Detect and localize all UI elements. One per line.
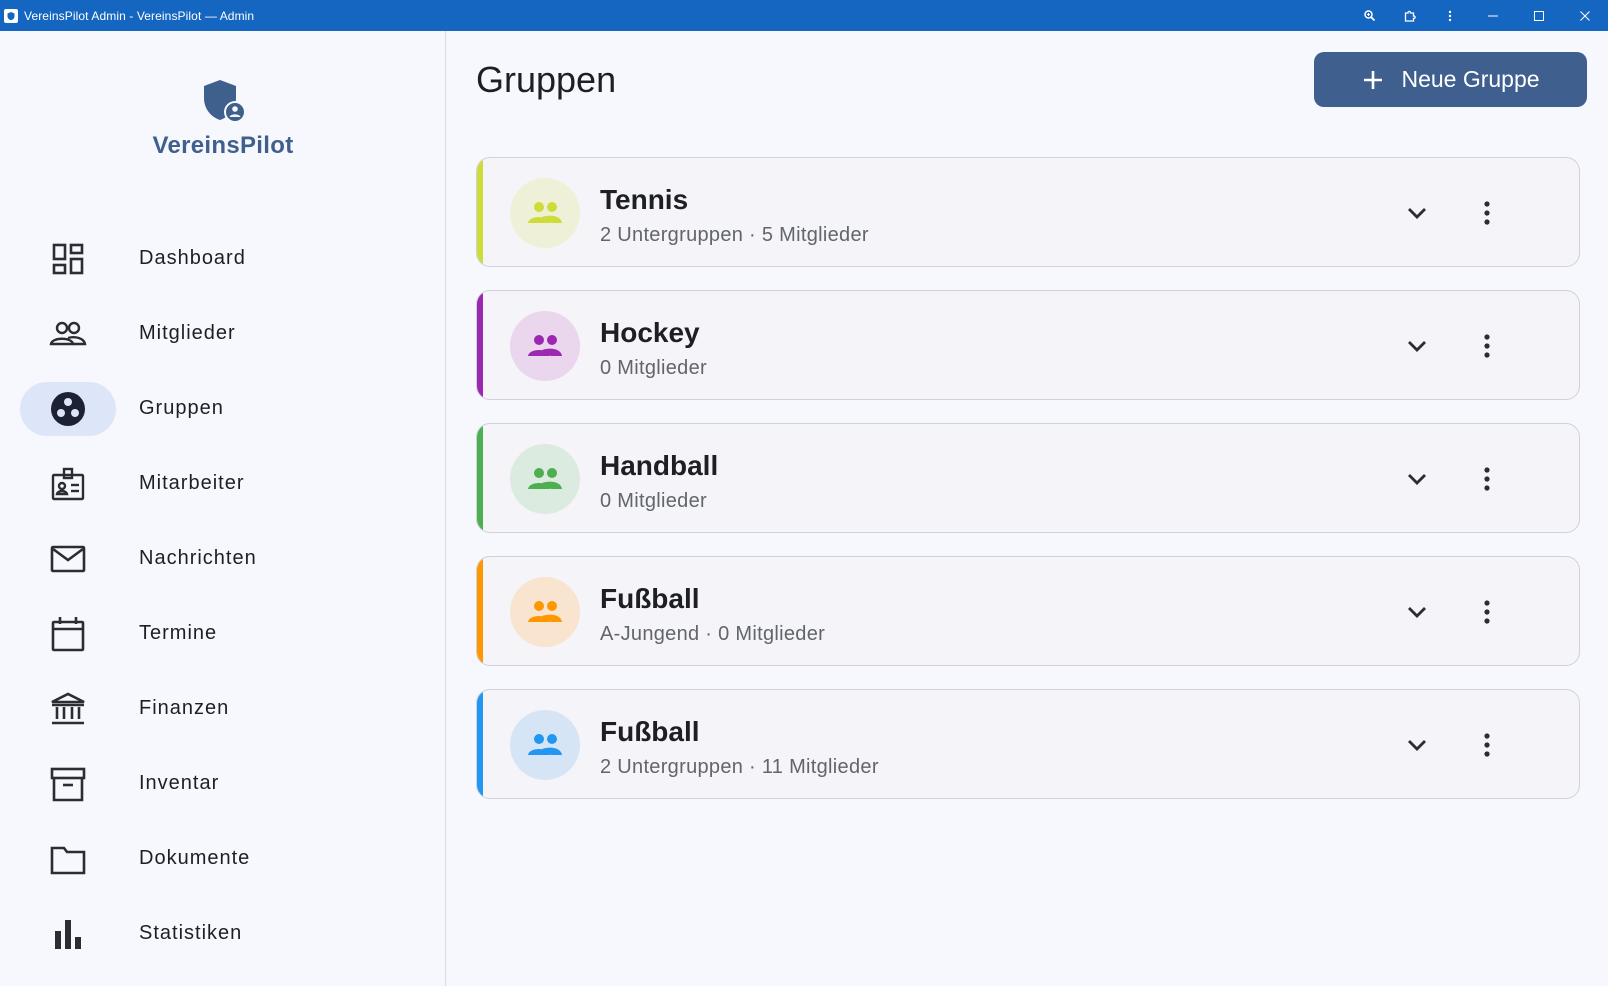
plus-icon [1364, 70, 1383, 89]
chevron-down-icon[interactable] [1392, 587, 1442, 637]
group-accent [477, 158, 483, 266]
shield-user-icon [198, 76, 248, 126]
group-avatar [510, 311, 580, 381]
group-avatar [510, 710, 580, 780]
minimize-icon[interactable] [1470, 0, 1516, 31]
bar-chart-icon [20, 907, 116, 961]
group-icon [528, 202, 562, 223]
folder-icon [20, 832, 116, 886]
sidebar-item-finanzen[interactable]: Finanzen [0, 671, 446, 746]
group-meta: 0 Mitglieder [600, 357, 707, 379]
group-card[interactable]: Fußball A-Jungend · 0 Mitglieder [476, 556, 1580, 666]
more-vert-icon[interactable] [1462, 454, 1512, 504]
group-name: Handball [600, 450, 719, 481]
extensions-icon[interactable] [1390, 0, 1430, 31]
chevron-down-icon[interactable] [1392, 188, 1442, 238]
sidebar-item-dashboard[interactable]: Dashboard [0, 221, 446, 296]
group-name: Fußball [600, 583, 700, 614]
brand: VereinsPilot [0, 76, 446, 160]
dashboard-icon [20, 232, 116, 286]
chevron-down-icon[interactable] [1392, 720, 1442, 770]
group-list: Tennis 2 Untergruppen · 5 Mitglieder Hoc… [476, 157, 1580, 822]
bank-icon [20, 682, 116, 736]
more-vert-icon[interactable] [1430, 0, 1470, 31]
group-name: Fußball [600, 716, 700, 747]
sidebar-item-label: Mitarbeiter [139, 472, 245, 494]
group-meta: A-Jungend · 0 Mitglieder [600, 623, 826, 645]
window-titlebar: VereinsPilot Admin - VereinsPilot — Admi… [0, 0, 1608, 31]
sidebar: VereinsPilot Dashboard Mitglieder Gruppe… [0, 31, 446, 986]
sidebar-item-statistiken[interactable]: Statistiken [0, 896, 446, 971]
group-accent [477, 557, 483, 665]
window-title: VereinsPilot Admin - VereinsPilot — Admi… [24, 8, 255, 23]
sidebar-item-label: Mitglieder [139, 322, 236, 344]
group-meta: 2 Untergruppen · 5 Mitglieder [600, 224, 869, 246]
group-name: Tennis [600, 184, 689, 215]
group-card[interactable]: Fußball 2 Untergruppen · 11 Mitglieder [476, 689, 1580, 799]
chevron-down-icon[interactable] [1392, 321, 1442, 371]
more-vert-icon[interactable] [1462, 321, 1512, 371]
calendar-icon [20, 607, 116, 661]
page-title: Gruppen [476, 59, 617, 100]
more-vert-icon[interactable] [1462, 720, 1512, 770]
app-icon [4, 8, 18, 23]
people-icon [20, 307, 116, 361]
sidebar-item-nachrichten[interactable]: Nachrichten [0, 521, 446, 596]
group-avatar [510, 577, 580, 647]
maximize-icon[interactable] [1516, 0, 1562, 31]
sidebar-item-label: Termine [139, 622, 218, 644]
group-avatar [510, 444, 580, 514]
group-card[interactable]: Hockey 0 Mitglieder [476, 290, 1580, 400]
sidebar-item-label: Finanzen [139, 697, 230, 719]
sidebar-item-label: Dashboard [139, 247, 246, 269]
sidebar-item-gruppen[interactable]: Gruppen [0, 371, 446, 446]
group-accent [477, 424, 483, 532]
close-icon[interactable] [1562, 0, 1608, 31]
sidebar-nav: Dashboard Mitglieder Gruppen Mitarbeiter… [0, 221, 446, 971]
more-vert-icon[interactable] [1462, 587, 1512, 637]
badge-icon [20, 457, 116, 511]
sidebar-item-label: Inventar [139, 772, 220, 794]
workspaces-icon [20, 381, 116, 436]
mail-icon [20, 532, 116, 586]
new-group-button[interactable]: Neue Gruppe [1314, 52, 1587, 107]
group-icon [528, 734, 562, 755]
sidebar-item-dokumente[interactable]: Dokumente [0, 821, 446, 896]
group-card[interactable]: Handball 0 Mitglieder [476, 423, 1580, 533]
main-content: Gruppen Neue Gruppe Tennis 2 Untergruppe… [446, 31, 1608, 986]
archive-icon [20, 757, 116, 811]
group-icon [528, 468, 562, 489]
group-icon [528, 601, 562, 622]
sidebar-item-label: Gruppen [139, 397, 224, 419]
zoom-icon[interactable] [1350, 0, 1390, 31]
brand-name: VereinsPilot [152, 132, 294, 159]
group-meta: 2 Untergruppen · 11 Mitglieder [600, 756, 879, 778]
group-icon [528, 335, 562, 356]
chevron-down-icon[interactable] [1392, 454, 1442, 504]
sidebar-item-mitglieder[interactable]: Mitglieder [0, 296, 446, 371]
group-meta: 0 Mitglieder [600, 490, 707, 512]
group-accent [477, 291, 483, 399]
new-group-label: Neue Gruppe [1401, 66, 1540, 92]
sidebar-item-termine[interactable]: Termine [0, 596, 446, 671]
sidebar-item-mitarbeiter[interactable]: Mitarbeiter [0, 446, 446, 521]
more-vert-icon[interactable] [1462, 188, 1512, 238]
group-accent [477, 690, 483, 798]
group-name: Hockey [600, 317, 700, 348]
sidebar-item-label: Nachrichten [139, 547, 257, 569]
sidebar-item-label: Dokumente [139, 847, 251, 869]
sidebar-item-label: Statistiken [139, 922, 243, 944]
sidebar-item-inventar[interactable]: Inventar [0, 746, 446, 821]
group-avatar [510, 178, 580, 248]
group-card[interactable]: Tennis 2 Untergruppen · 5 Mitglieder [476, 157, 1580, 267]
